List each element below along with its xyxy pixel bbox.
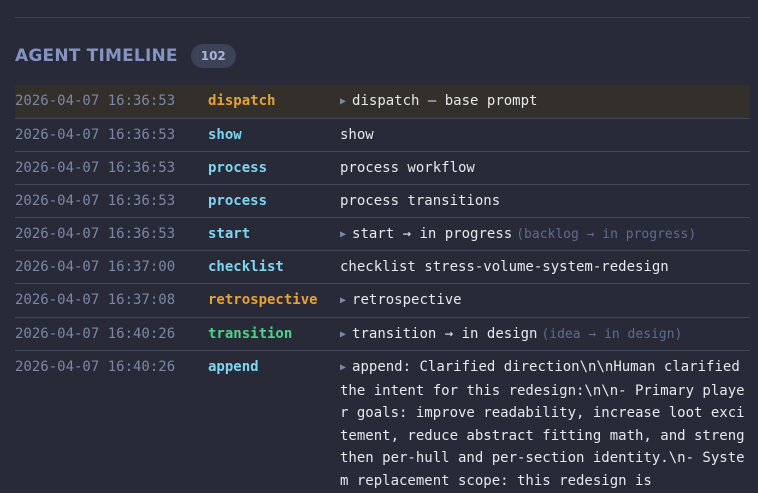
row-message[interactable]: ▶ append: Clarified direction\n\nHuman cl…: [340, 351, 750, 493]
expand-caret-icon[interactable]: ▶: [340, 224, 346, 247]
section-title: AGENT TIMELINE: [15, 46, 178, 66]
row-event-type: append: [208, 359, 259, 375]
row-message: show: [340, 119, 374, 151]
row-timestamp: 2026-04-07 16:40:26: [15, 359, 176, 375]
row-message[interactable]: ▶ retrospective: [340, 284, 462, 317]
row-timestamp: 2026-04-07 16:40:26: [15, 325, 176, 342]
timeline-row[interactable]: 2026-04-07 16:37:08 retrospective ▶ retro…: [15, 284, 750, 318]
row-message-text: retrospective: [352, 292, 462, 308]
row-message-text: process workflow: [340, 159, 475, 176]
row-event-type: checklist: [208, 259, 284, 275]
row-timestamp: 2026-04-07 16:37:00: [15, 259, 176, 275]
row-event-type: process: [208, 159, 268, 176]
timeline-row[interactable]: 2026-04-07 16:40:26 append ▶ append: Clar…: [15, 351, 750, 493]
timeline-row[interactable]: 2026-04-07 16:36:53 start ▶ start → in pr…: [15, 218, 750, 251]
row-event-type: transition: [208, 325, 293, 342]
row-message[interactable]: ▶ dispatch — base prompt: [340, 85, 537, 118]
row-timestamp: 2026-04-07 16:36:53: [15, 93, 176, 109]
top-divider: [15, 17, 750, 18]
row-message: checklist stress-volume-system-redesign: [340, 251, 669, 283]
row-message: process workflow: [340, 152, 475, 184]
row-event-type: show: [208, 126, 242, 143]
timeline-row[interactable]: 2026-04-07 16:36:53 show show: [15, 119, 750, 152]
row-message-text: append: Clarified direction\n\nHuman cla…: [340, 359, 745, 489]
expand-caret-icon[interactable]: ▶: [340, 91, 346, 114]
row-timestamp: 2026-04-07 16:36:53: [15, 126, 176, 143]
row-timestamp: 2026-04-07 16:36:53: [15, 225, 176, 242]
row-event-type: retrospective: [208, 292, 318, 308]
row-event-type: process: [208, 192, 268, 209]
expand-caret-icon[interactable]: ▶: [340, 324, 346, 347]
row-message-text: process transitions: [340, 192, 501, 209]
row-message-text: checklist stress-volume-system-redesign: [340, 259, 669, 275]
expand-caret-icon[interactable]: ▶: [340, 290, 346, 313]
row-event-type: dispatch: [208, 93, 276, 109]
row-message: process transitions: [340, 185, 500, 217]
row-message-text: start → in progress: [352, 225, 513, 242]
agent-timeline-panel: AGENT TIMELINE 102 2026-04-07 16:36:53 d…: [0, 0, 758, 493]
row-timestamp: 2026-04-07 16:36:53: [15, 159, 176, 176]
row-message[interactable]: ▶ transition → in design (idea → in design…: [340, 318, 682, 351]
row-message-text: show: [340, 126, 374, 143]
row-status-detail: (backlog → in progress): [516, 226, 697, 242]
row-event-type: start: [208, 225, 251, 242]
timeline-row[interactable]: 2026-04-07 16:36:53 process process work…: [15, 152, 750, 185]
timeline-row[interactable]: 2026-04-07 16:36:53 dispatch ▶ dispatch —…: [15, 85, 750, 119]
timeline-list: 2026-04-07 16:36:53 dispatch ▶ dispatch —…: [15, 85, 750, 493]
expand-caret-icon[interactable]: ▶: [340, 357, 346, 380]
row-timestamp: 2026-04-07 16:36:53: [15, 192, 176, 209]
row-timestamp: 2026-04-07 16:37:08: [15, 292, 176, 308]
timeline-row[interactable]: 2026-04-07 16:36:53 process process tran…: [15, 185, 750, 218]
timeline-row[interactable]: 2026-04-07 16:40:26 transition ▶ transiti…: [15, 318, 750, 351]
row-status-detail: (idea → in design): [541, 326, 683, 342]
row-message-text: dispatch — base prompt: [352, 93, 538, 109]
row-message-text: transition → in design: [352, 325, 538, 342]
row-message[interactable]: ▶ start → in progress (backlog → in progre…: [340, 218, 696, 251]
timeline-row[interactable]: 2026-04-07 16:37:00 checklist checklist …: [15, 251, 750, 284]
section-header: AGENT TIMELINE 102: [15, 44, 236, 68]
event-count-badge: 102: [190, 44, 236, 68]
